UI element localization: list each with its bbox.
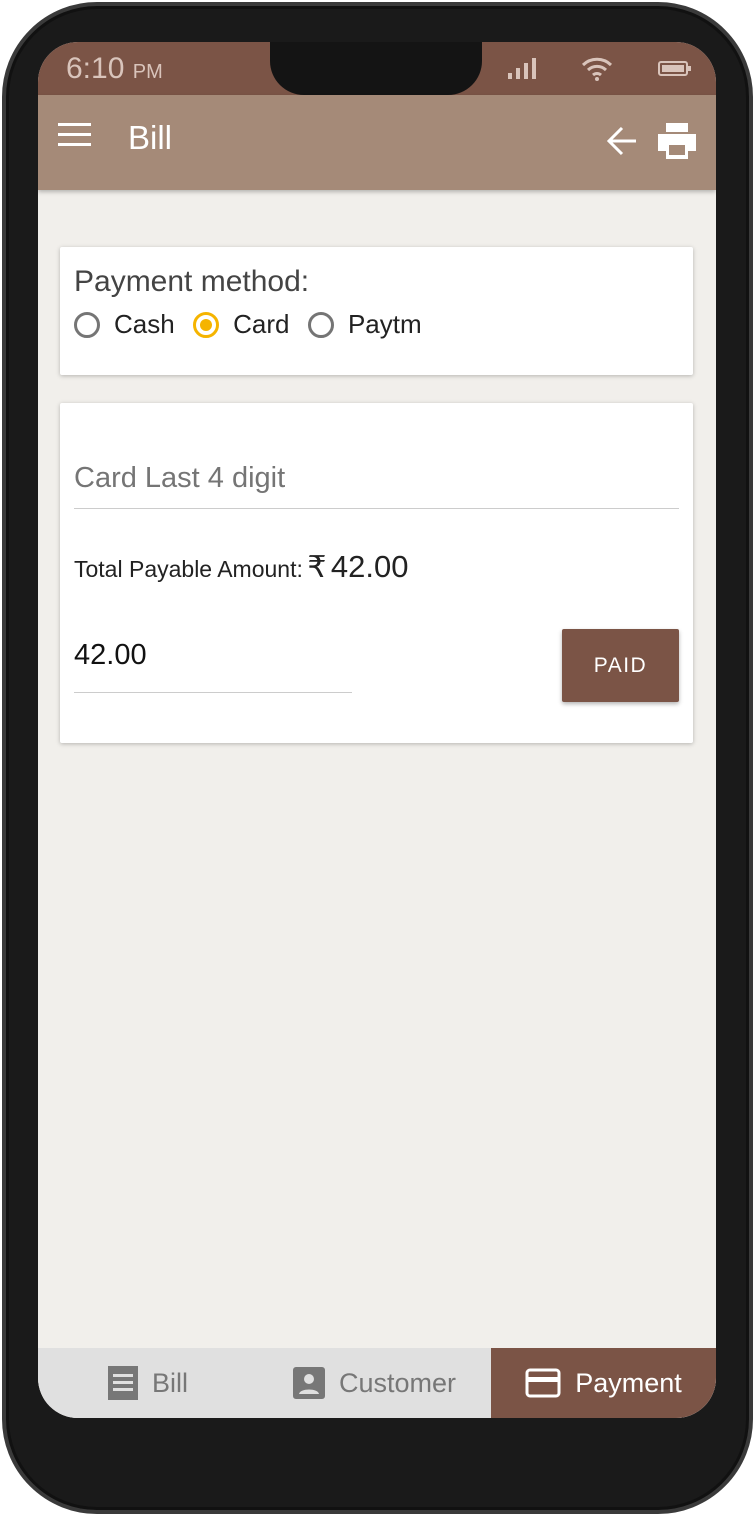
total-label: Total Payable Amount:	[74, 556, 303, 582]
radio-card[interactable]: Card	[193, 309, 290, 340]
tab-label: Bill	[151, 1367, 188, 1398]
status-time: 6:10 PM	[66, 52, 163, 86]
payment-method-card: Payment method: Cash Card Paytm	[60, 247, 693, 375]
radio-label: Cash	[114, 309, 175, 339]
battery-icon	[658, 61, 691, 76]
signal-icon	[508, 58, 536, 79]
wifi-icon	[581, 57, 613, 81]
total-amount: 42.00	[330, 549, 409, 584]
radio-paytm[interactable]: Paytm	[307, 309, 422, 340]
tab-label: Customer	[338, 1367, 457, 1398]
radio-circle[interactable]	[74, 311, 100, 338]
radio-cash[interactable]: Cash	[74, 309, 175, 340]
screen: 6:10 PM Bill Payment method: Cash Card P…	[38, 42, 716, 1418]
hamburger-menu-icon[interactable]	[58, 123, 92, 147]
bottom-nav: Bill Customer Payment	[38, 1348, 716, 1418]
arrow-left-icon[interactable]	[606, 125, 638, 157]
card-payment-form: Total Payable Amount: ₹ 42.00 42.00 PAID	[60, 403, 693, 743]
tab-customer[interactable]: Customer	[258, 1348, 491, 1418]
credit-card-icon	[525, 1368, 561, 1398]
payment-method-radio-group: Cash Card Paytm	[74, 309, 679, 343]
paid-button[interactable]: PAID	[562, 629, 679, 702]
amount-input[interactable]: 42.00	[74, 639, 352, 693]
radio-circle[interactable]	[307, 311, 334, 338]
time-text: 6:10	[66, 52, 125, 85]
tab-payment[interactable]: Payment	[491, 1348, 716, 1418]
status-bar: 6:10 PM	[38, 42, 716, 95]
notch	[270, 42, 482, 95]
card-last4-input[interactable]	[74, 449, 679, 509]
printer-icon[interactable]	[658, 123, 696, 159]
tab-bill[interactable]: Bill	[38, 1348, 258, 1418]
app-bar: Bill	[38, 95, 716, 190]
radio-label: Paytm	[347, 309, 422, 339]
radio-circle-selected[interactable]	[193, 311, 220, 338]
total-payable: Total Payable Amount: ₹ 42.00	[74, 549, 408, 585]
currency-symbol: ₹	[307, 551, 327, 584]
tab-label: Payment	[575, 1367, 682, 1398]
ampm-text: PM	[132, 61, 163, 83]
payment-method-label: Payment method:	[74, 265, 310, 298]
account-box-icon	[292, 1367, 325, 1399]
page-title: Bill	[128, 119, 173, 156]
radio-label: Card	[233, 309, 290, 339]
receipt-icon	[107, 1366, 138, 1400]
